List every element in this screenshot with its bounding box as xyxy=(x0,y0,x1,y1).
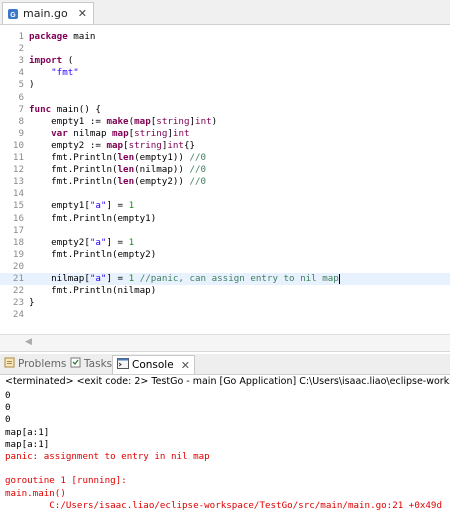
code-line[interactable]: 11 fmt.Println(len(empty1)) //0 xyxy=(0,152,450,164)
console-icon xyxy=(117,358,129,372)
code-line[interactable]: 19 fmt.Println(empty2) xyxy=(0,249,450,261)
code-text: ) xyxy=(29,79,35,91)
code-text: var nilmap map[string]int xyxy=(51,127,190,139)
svg-text:G: G xyxy=(10,12,16,19)
tab-console-label: Console xyxy=(132,359,174,371)
line-number: 4 xyxy=(18,67,24,79)
panel-tab-bar: Problems Tasks Console ✕ xyxy=(0,354,450,375)
code-text: package main xyxy=(29,31,96,42)
editor-tab-main-go[interactable]: G main.go ✕ xyxy=(2,2,94,24)
code-text: fmt.Println(len(nilmap)) //0 xyxy=(29,164,207,176)
code-text: } xyxy=(29,297,35,309)
line-number: 7 xyxy=(18,103,24,115)
line-number: 17 xyxy=(12,224,24,236)
line-number: 18 xyxy=(12,236,24,248)
code-text: fmt.Println(len(empty1)) //0 xyxy=(29,152,207,163)
code-line[interactable]: 21 nilmap["a"] = 1 //panic, can assign e… xyxy=(0,273,450,285)
console-output[interactable]: 0 0 0 map[a:1] map[a:1] panic: assignment to … xyxy=(0,389,450,520)
console-line: main.main() xyxy=(5,487,66,499)
code-line[interactable]: 16 fmt.Println(empty1) xyxy=(0,213,450,225)
tab-problems[interactable]: Problems xyxy=(4,355,66,373)
line-number: 3 xyxy=(18,55,24,67)
code-text: nilmap["a"] = 1 //panic, can assign entr… xyxy=(29,273,340,284)
code-text: empty2["a"] = 1 xyxy=(29,236,135,248)
tab-tasks[interactable]: Tasks xyxy=(70,355,112,373)
console-status-header: <terminated> <exit code: 2> TestGo - mai… xyxy=(5,376,450,387)
code-line[interactable]: 18 empty2["a"] = 1 xyxy=(0,237,450,249)
code-line[interactable]: 14 xyxy=(0,188,450,200)
text-caret xyxy=(338,273,340,284)
line-number: 24 xyxy=(12,309,24,321)
code-text: "fmt" xyxy=(51,67,79,79)
code-text: empty1["a"] = 1 xyxy=(29,200,135,212)
line-number: 11 xyxy=(12,152,24,163)
code-text: fmt.Println(nilmap) xyxy=(29,285,157,297)
line-number: 2 xyxy=(18,43,24,55)
code-line[interactable]: 8 empty1 := make(map[string]int) xyxy=(0,116,450,128)
horizontal-scrollbar[interactable]: ◀ xyxy=(0,334,450,352)
go-file-icon: G xyxy=(7,8,19,20)
line-number: 16 xyxy=(12,212,24,224)
code-text: func main() { xyxy=(29,103,101,115)
line-number: 22 xyxy=(12,285,24,297)
code-line[interactable]: 4 "fmt" xyxy=(0,67,450,79)
console-line: map[a:1] xyxy=(5,426,50,438)
console-line: 0 xyxy=(5,402,11,414)
code-line[interactable]: 13 fmt.Println(len(empty2)) //0 xyxy=(0,176,450,188)
line-number: 10 xyxy=(12,139,24,151)
line-number: 8 xyxy=(18,115,24,127)
console-line: 0 xyxy=(5,390,11,401)
code-line[interactable]: 17 xyxy=(0,225,450,237)
line-number: 9 xyxy=(18,127,24,139)
line-number: 23 xyxy=(12,297,24,309)
code-line[interactable]: 7 func main() { xyxy=(0,104,450,116)
code-line[interactable]: 22 fmt.Println(nilmap) xyxy=(0,285,450,297)
code-text: fmt.Println(empty2) xyxy=(29,248,157,260)
tab-console[interactable]: Console ✕ xyxy=(112,355,195,374)
code-editor[interactable]: 1 package main 2 3 import (4 "fmt" 5) 6 7 func m… xyxy=(0,25,450,333)
console-line: goroutine 1 [running]: xyxy=(5,475,127,487)
code-text: fmt.Println(empty1) xyxy=(29,212,157,224)
code-line[interactable]: 2 xyxy=(0,43,450,55)
problems-icon xyxy=(4,357,15,371)
line-number: 20 xyxy=(12,260,24,272)
console-line: panic: assignment to entry in nil map xyxy=(5,451,210,462)
code-text: fmt.Println(len(empty2)) //0 xyxy=(29,176,207,188)
code-line[interactable]: 10 empty2 := map[string]int{} xyxy=(0,140,450,152)
code-line[interactable]: 15 empty1["a"] = 1 xyxy=(0,200,450,212)
tab-problems-label: Problems xyxy=(18,358,67,370)
line-number: 21 xyxy=(12,273,24,284)
code-line[interactable]: 3 import ( xyxy=(0,55,450,67)
console-line: 0 xyxy=(5,414,11,426)
line-number: 5 xyxy=(18,79,24,91)
code-line[interactable]: 20 xyxy=(0,261,450,273)
code-line[interactable]: 6 xyxy=(0,92,450,104)
close-icon[interactable]: ✕ xyxy=(181,359,190,372)
tasks-icon xyxy=(70,357,81,371)
line-number: 13 xyxy=(12,176,24,188)
console-line: map[a:1] xyxy=(5,438,50,450)
code-line[interactable]: 9 var nilmap map[string]int xyxy=(0,128,450,140)
line-number: 15 xyxy=(12,200,24,212)
line-number: 12 xyxy=(12,164,24,176)
editor-tab-bar: G main.go ✕ xyxy=(0,0,450,25)
code-line[interactable]: 12 fmt.Println(len(nilmap)) //0 xyxy=(0,164,450,176)
tab-tasks-label: Tasks xyxy=(84,358,113,370)
code-line[interactable]: 1 package main xyxy=(0,31,450,43)
close-icon[interactable]: ✕ xyxy=(78,7,87,20)
editor-tab-label: main.go xyxy=(23,7,68,20)
line-number: 19 xyxy=(12,248,24,260)
scroll-left-icon[interactable]: ◀ xyxy=(25,337,32,347)
code-line[interactable]: 5) xyxy=(0,79,450,91)
code-text: empty1 := make(map[string]int) xyxy=(29,115,218,127)
line-number: 14 xyxy=(12,188,24,200)
code-text: import ( xyxy=(29,55,74,67)
console-line: C:/Users/isaac.liao/eclipse-workspace/Te… xyxy=(5,499,442,511)
code-line[interactable]: 23} xyxy=(0,297,450,309)
line-number: 1 xyxy=(18,31,24,42)
code-text: empty2 := map[string]int{} xyxy=(29,139,196,151)
line-number: 6 xyxy=(18,91,24,103)
code-line[interactable]: 24 xyxy=(0,309,450,321)
